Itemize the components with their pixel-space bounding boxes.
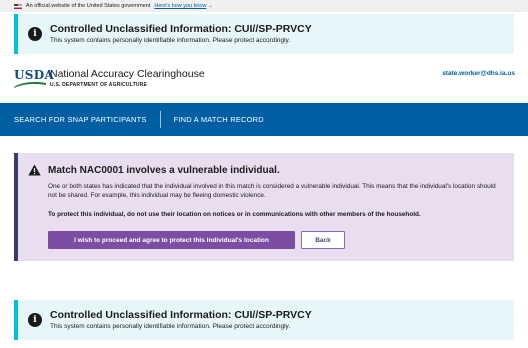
user-email-link[interactable]: state.worker@dhs.ia.us xyxy=(442,70,515,77)
gov-banner: An official website of the United States… xyxy=(0,0,528,12)
proceed-agree-button[interactable]: I wish to proceed and agree to protect t… xyxy=(48,231,295,249)
cui-banner-title: Controlled Unclassified Information: CUI… xyxy=(50,23,312,35)
usda-swoosh-icon xyxy=(14,82,46,88)
site-header: USDA National Accuracy Clearinghouse U.S… xyxy=(0,60,528,102)
cui-banner-bottom: i Controlled Unclassified Information: C… xyxy=(14,300,514,340)
vulnerable-individual-alert: Match NAC0001 involves a vulnerable indi… xyxy=(14,153,514,261)
primary-nav: SEARCH FOR SNAP PARTICIPANTS FIND A MATC… xyxy=(0,103,528,136)
nav-item-find-match-record[interactable]: FIND A MATCH RECORD xyxy=(174,115,264,124)
warning-icon xyxy=(28,164,41,176)
info-icon: i xyxy=(28,313,42,327)
nav-item-search-snap-participants[interactable]: SEARCH FOR SNAP PARTICIPANTS xyxy=(14,115,147,124)
nav-divider xyxy=(159,111,161,128)
cui-banner-text: Controlled Unclassified Information: CUI… xyxy=(50,309,312,331)
cui-banner-text: Controlled Unclassified Information: CUI… xyxy=(50,23,312,45)
heres-how-you-know-link[interactable]: Here's how you know xyxy=(154,3,206,9)
cui-banner-title: Controlled Unclassified Information: CUI… xyxy=(50,309,312,321)
back-button[interactable]: Back xyxy=(301,231,345,249)
alert-title: Match NAC0001 involves a vulnerable indi… xyxy=(48,165,280,176)
cui-banner-top: i Controlled Unclassified Information: C… xyxy=(14,14,514,54)
info-icon: i xyxy=(28,27,42,41)
usda-logo-text: USDA xyxy=(14,68,55,82)
gov-banner-text: An official website of the United States… xyxy=(26,3,151,9)
site-title: National Accuracy Clearinghouse xyxy=(50,68,205,80)
alert-body: One or both states has indicated that th… xyxy=(48,183,496,199)
us-flag-icon xyxy=(14,3,22,9)
chevron-down-icon[interactable]: ⌄ xyxy=(208,3,212,9)
cui-banner-body: This system contains personally identifi… xyxy=(50,323,291,330)
cui-banner-body: This system contains personally identifi… xyxy=(50,37,291,44)
usda-logo[interactable]: USDA xyxy=(14,68,55,90)
alert-emphasis: To protect this individual, do not use t… xyxy=(48,211,421,218)
department-name: U.S. DEPARTMENT OF AGRICULTURE xyxy=(50,82,148,88)
